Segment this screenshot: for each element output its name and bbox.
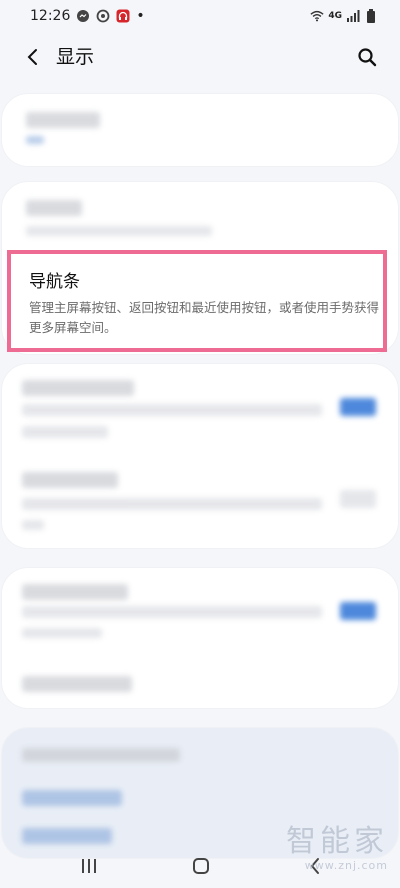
blurred-subtitle	[22, 606, 322, 618]
header: 显示	[0, 38, 400, 78]
blurred-link[interactable]	[22, 790, 122, 806]
wifi-icon	[310, 9, 324, 23]
recents-button[interactable]	[74, 854, 104, 878]
blurred-title	[26, 200, 82, 216]
back-button[interactable]	[20, 44, 46, 70]
chevron-left-icon	[27, 49, 37, 65]
blurred-subtitle	[22, 628, 102, 638]
blurred-subtitle	[22, 404, 322, 416]
blurred-subtitle	[22, 498, 322, 510]
blurred-toggle[interactable]	[340, 602, 376, 620]
signal-icon	[346, 9, 360, 23]
blurred-title	[22, 676, 132, 692]
page-title: 显示	[56, 46, 95, 68]
search-button[interactable]	[354, 44, 380, 70]
blurred-title	[22, 380, 134, 396]
settings-card-1	[2, 94, 398, 166]
watermark-sub: www.znj.com	[304, 859, 388, 872]
settings-card-3	[2, 364, 398, 548]
navigation-bar-title: 导航条	[29, 272, 80, 292]
recents-icon	[82, 859, 96, 873]
search-icon	[358, 48, 377, 67]
blurred-subtitle	[26, 136, 44, 144]
headset-icon	[116, 9, 130, 23]
settings-card-4	[2, 568, 398, 708]
navigation-bar-description: 管理主屏幕按钮、返回按钮和最近使用按钮，或者使用手势获得更多屏幕空间。	[29, 300, 380, 335]
sync-icon	[96, 9, 110, 23]
blurred-title	[22, 748, 180, 762]
status-time: 12:26	[30, 8, 71, 24]
messenger-icon	[76, 9, 90, 23]
status-dot: •	[136, 8, 145, 24]
status-left: 12:26 •	[30, 8, 145, 24]
home-icon	[193, 858, 209, 874]
status-bar: 12:26 • 4G	[0, 0, 400, 32]
blurred-subtitle	[22, 426, 108, 438]
blurred-title	[26, 112, 100, 128]
blurred-toggle[interactable]	[340, 398, 376, 416]
home-button[interactable]	[186, 854, 216, 878]
navigation-bar-item[interactable]: 导航条 管理主屏幕按钮、返回按钮和最近使用按钮，或者使用手势获得更多屏幕空间。	[7, 250, 387, 352]
watermark: 智能家 www.znj.com	[286, 824, 388, 873]
watermark-main: 智能家	[286, 824, 388, 859]
blurred-title	[22, 584, 128, 600]
blurred-title	[22, 472, 118, 488]
battery-icon	[364, 9, 378, 23]
status-right: 4G	[310, 9, 378, 23]
blurred-subtitle	[26, 226, 212, 236]
blurred-toggle[interactable]	[340, 490, 376, 508]
blurred-subtitle	[22, 520, 44, 530]
network-type: 4G	[328, 11, 342, 21]
